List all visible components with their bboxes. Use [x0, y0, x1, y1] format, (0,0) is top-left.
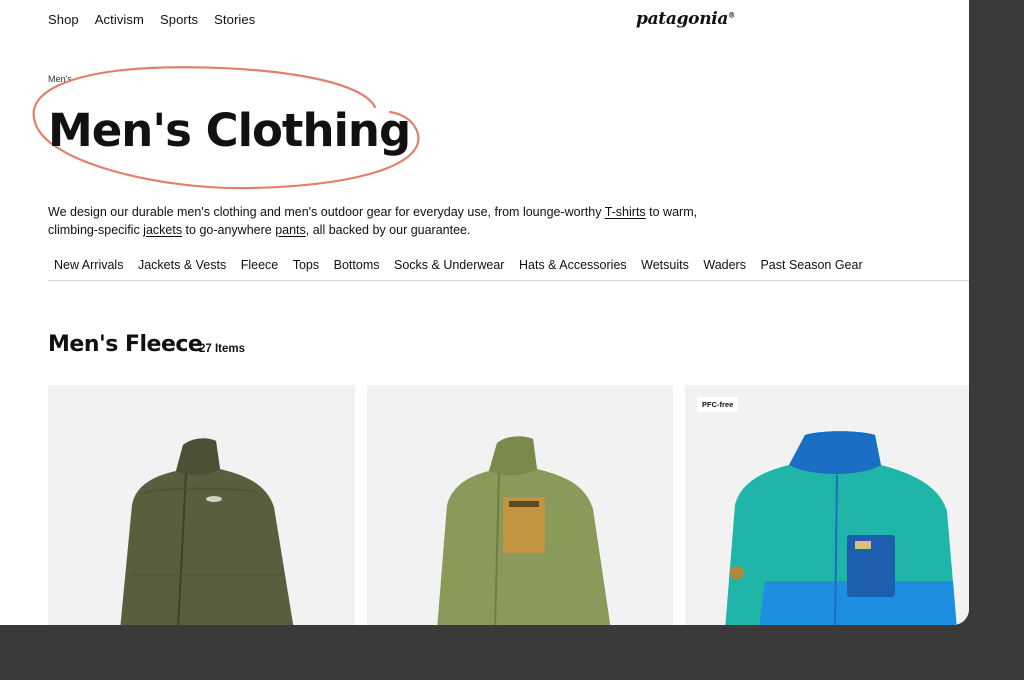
category-fleece[interactable]: Fleece [241, 258, 279, 272]
product-image-fleece-green-dark[interactable] [48, 385, 355, 625]
brand-logo[interactable]: patagonia® [636, 9, 735, 29]
category-socks-underwear[interactable]: Socks & Underwear [394, 258, 504, 272]
category-jackets-vests[interactable]: Jackets & Vests [138, 258, 226, 272]
product-card-2[interactable] [367, 385, 673, 625]
product-image-fleece-teal-blue[interactable] [685, 385, 969, 625]
category-hats-accessories[interactable]: Hats & Accessories [519, 258, 627, 272]
intro-part-1: We design our durable men's clothing and… [48, 204, 605, 219]
product-image-fleece-green-light[interactable] [367, 385, 673, 625]
category-past-season-gear[interactable]: Past Season Gear [760, 258, 862, 272]
category-bottoms[interactable]: Bottoms [334, 258, 380, 272]
intro-text: We design our durable men's clothing and… [48, 203, 708, 239]
top-navigation: Shop Activism Sports Stories [48, 12, 271, 27]
t-shirts-link[interactable]: T-shirts [605, 205, 646, 219]
category-nav: New Arrivals Jackets & Vests Fleece Tops… [48, 258, 969, 281]
nav-sports[interactable]: Sports [160, 12, 198, 27]
item-count: 27 Items [199, 343, 246, 355]
category-wetsuits[interactable]: Wetsuits [641, 258, 689, 272]
jackets-link[interactable]: jackets [143, 223, 182, 237]
logo-text: patagonia [636, 9, 729, 29]
browser-window: Shop Activism Sports Stories patagonia® … [0, 0, 969, 625]
category-waders[interactable]: Waders [703, 258, 746, 272]
page-title: Men's Clothing [48, 104, 411, 157]
registered-mark: ® [728, 10, 735, 20]
category-tops[interactable]: Tops [293, 258, 319, 272]
nav-stories[interactable]: Stories [214, 12, 255, 27]
intro-part-3: to go-anywhere [182, 222, 276, 237]
pants-link[interactable]: pants [275, 223, 306, 237]
nav-shop[interactable]: Shop [48, 12, 79, 27]
nav-activism[interactable]: Activism [95, 12, 144, 27]
category-new-arrivals[interactable]: New Arrivals [54, 258, 123, 272]
product-card-1[interactable] [48, 385, 355, 625]
intro-part-4: , all backed by our guarantee. [305, 222, 471, 237]
section-title: Men's Fleece [48, 332, 203, 357]
product-card-3[interactable]: PFC-free [685, 385, 969, 625]
